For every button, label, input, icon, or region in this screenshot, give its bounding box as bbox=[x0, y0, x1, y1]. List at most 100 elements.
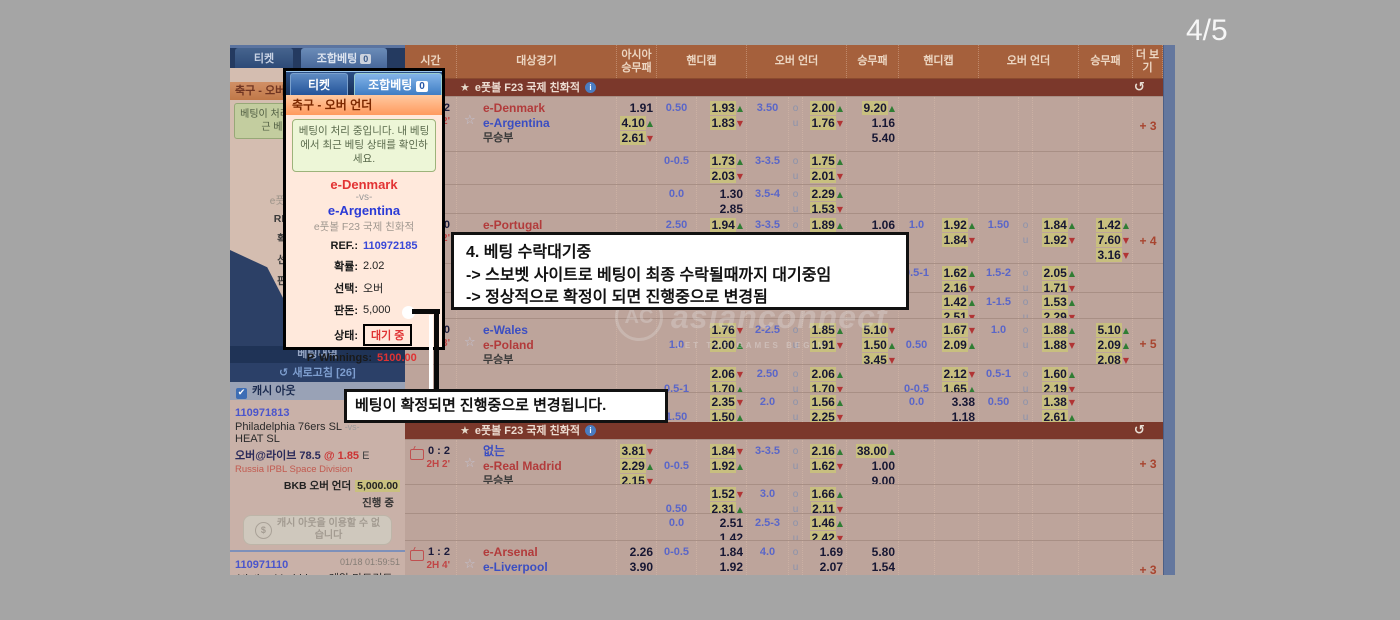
odds-cell[interactable]: 1.42▲ bbox=[1079, 218, 1132, 233]
odds-cell[interactable]: 3.45▼ bbox=[847, 353, 898, 364]
checkbox-checked-icon[interactable]: ✔ bbox=[236, 388, 247, 399]
bet-entry[interactable]: 01/18 01:59:51 110971110 Atletico Madrid… bbox=[235, 555, 400, 575]
odds-cell[interactable]: 1.84▼ bbox=[697, 444, 746, 459]
odds-cell[interactable]: 5.10▲ bbox=[1079, 323, 1132, 338]
odds-cell[interactable]: 3.38 bbox=[935, 395, 978, 410]
odds-cell[interactable]: 2.51 bbox=[697, 516, 746, 531]
league-refresh-icon[interactable]: ↻ bbox=[1134, 79, 1145, 96]
odds-cell[interactable]: 2.29▲ bbox=[803, 187, 846, 202]
odds-cell[interactable]: 3.16▼ bbox=[1079, 248, 1132, 263]
odds-cell[interactable]: 2.61▼ bbox=[617, 131, 656, 146]
odds-cell[interactable]: 1.46▲ bbox=[803, 516, 846, 531]
odds-cell[interactable]: 2.15▼ bbox=[617, 474, 656, 484]
more-bets-link[interactable]: + 3 bbox=[1133, 440, 1163, 484]
odds-cell[interactable]: 2.00▲ bbox=[697, 338, 746, 353]
favorite-star-icon[interactable]: ☆ bbox=[464, 557, 476, 572]
odds-cell[interactable]: 1.85▲ bbox=[803, 323, 846, 338]
odds-cell[interactable]: 2.16▲ bbox=[803, 444, 846, 459]
odds-cell[interactable]: 1.62▼ bbox=[803, 459, 846, 474]
odds-cell[interactable]: 1.92▲ bbox=[935, 218, 978, 233]
table-scrollbar[interactable] bbox=[1163, 45, 1175, 575]
tab-combo-bet[interactable]: 조합베팅0 bbox=[301, 48, 387, 68]
odds-cell[interactable]: 1.00 bbox=[847, 459, 898, 474]
league-star-icon[interactable]: ★ bbox=[460, 424, 470, 437]
odds-cell[interactable]: 1.75▲ bbox=[803, 154, 846, 169]
odds-cell[interactable]: 3.90 bbox=[617, 560, 656, 575]
odds-cell[interactable]: 1.53▼ bbox=[803, 202, 846, 213]
odds-cell[interactable]: 1.71▼ bbox=[1033, 281, 1078, 292]
odds-cell[interactable]: 2.16▼ bbox=[935, 281, 978, 292]
bet-entry[interactable]: 01/18 110971813 Philadelphia 76ers SL -v… bbox=[235, 403, 400, 545]
more-bets-link[interactable]: + 4 bbox=[1133, 214, 1163, 263]
odds-cell[interactable]: 1.52▼ bbox=[697, 487, 746, 502]
odds-cell[interactable]: 1.16 bbox=[847, 116, 898, 131]
cashout-disabled-button[interactable]: $캐시 아웃을 이용할 수 없습니다 bbox=[243, 515, 392, 545]
odds-cell[interactable]: 2.08▼ bbox=[1079, 353, 1132, 364]
odds-cell[interactable]: 3.81▼ bbox=[617, 444, 656, 459]
league-star-icon[interactable]: ★ bbox=[460, 81, 470, 94]
league-info-icon[interactable]: i bbox=[585, 425, 596, 436]
odds-cell[interactable]: 1.60▲ bbox=[1033, 367, 1078, 382]
odds-cell[interactable]: 2.00▲ bbox=[803, 101, 846, 116]
odds-cell[interactable]: 1.76▼ bbox=[697, 323, 746, 338]
odds-cell[interactable]: 5.80 bbox=[847, 545, 898, 560]
odds-cell[interactable]: 1.06 bbox=[847, 218, 898, 233]
odds-cell[interactable]: 1.84▼ bbox=[935, 233, 978, 248]
odds-cell[interactable]: 9.00 bbox=[847, 474, 898, 484]
odds-cell[interactable]: 1.93▲ bbox=[697, 101, 746, 116]
odds-cell[interactable]: 1.70▲ bbox=[697, 382, 746, 392]
odds-cell[interactable]: 1.67▼ bbox=[935, 323, 978, 338]
odds-cell[interactable]: 2.07 bbox=[803, 560, 846, 575]
odds-cell[interactable]: 2.31▲ bbox=[697, 502, 746, 513]
odds-cell[interactable]: 2.19▼ bbox=[1033, 382, 1078, 392]
odds-cell[interactable]: 1.56▲ bbox=[803, 395, 846, 410]
favorite-star-icon[interactable]: ☆ bbox=[464, 335, 476, 350]
tab-combo-bet[interactable]: 조합베팅0 bbox=[354, 73, 442, 95]
odds-cell[interactable]: 2.06▼ bbox=[697, 367, 746, 382]
odds-cell[interactable]: 1.76▼ bbox=[803, 116, 846, 131]
odds-cell[interactable]: 5.40 bbox=[847, 131, 898, 146]
odds-cell[interactable]: 1.70▼ bbox=[803, 382, 846, 392]
tab-ticket[interactable]: 티켓 bbox=[235, 48, 293, 68]
odds-cell[interactable]: 2.09▲ bbox=[1079, 338, 1132, 353]
odds-cell[interactable]: 2.25▼ bbox=[803, 410, 846, 422]
odds-cell[interactable]: 1.62▲ bbox=[935, 266, 978, 281]
odds-cell[interactable]: 2.42▼ bbox=[803, 531, 846, 540]
odds-cell[interactable]: 2.12▼ bbox=[935, 367, 978, 382]
odds-cell[interactable]: 2.35▼ bbox=[697, 395, 746, 410]
odds-cell[interactable]: 1.65▲ bbox=[935, 382, 978, 392]
more-bets-link[interactable]: + 3 bbox=[1133, 97, 1163, 151]
odds-cell[interactable]: 1.89▲ bbox=[803, 218, 846, 233]
odds-cell[interactable]: 1.91▼ bbox=[803, 338, 846, 353]
more-bets-link[interactable]: + 3 bbox=[1133, 541, 1163, 575]
odds-cell[interactable]: 1.91 bbox=[617, 101, 656, 116]
odds-cell[interactable]: 1.88▼ bbox=[1033, 338, 1078, 353]
odds-cell[interactable]: 2.51▼ bbox=[935, 310, 978, 318]
odds-cell[interactable]: 5.10▼ bbox=[847, 323, 898, 338]
odds-cell[interactable]: 1.94▲ bbox=[697, 218, 746, 233]
odds-cell[interactable]: 1.18 bbox=[935, 410, 978, 422]
odds-cell[interactable]: 1.84 bbox=[697, 545, 746, 560]
league-info-icon[interactable]: i bbox=[585, 82, 596, 93]
odds-cell[interactable]: 7.60▼ bbox=[1079, 233, 1132, 248]
tab-ticket[interactable]: 티켓 bbox=[290, 73, 348, 95]
odds-cell[interactable]: 1.92▼ bbox=[1033, 233, 1078, 248]
favorite-star-icon[interactable]: ☆ bbox=[464, 113, 476, 128]
odds-cell[interactable]: 2.85 bbox=[697, 202, 746, 213]
odds-cell[interactable]: 1.84▲ bbox=[1033, 218, 1078, 233]
odds-cell[interactable]: 2.05▲ bbox=[1033, 266, 1078, 281]
odds-cell[interactable]: 2.29▼ bbox=[1033, 310, 1078, 318]
odds-cell[interactable]: 1.38▼ bbox=[1033, 395, 1078, 410]
odds-cell[interactable]: 1.53▲ bbox=[1033, 295, 1078, 310]
odds-cell[interactable]: 1.54 bbox=[847, 560, 898, 575]
bet-id[interactable]: 110971110 bbox=[235, 559, 288, 571]
odds-cell[interactable]: 2.26 bbox=[617, 545, 656, 560]
odds-cell[interactable]: 1.92 bbox=[697, 560, 746, 575]
league-refresh-icon[interactable]: ↻ bbox=[1134, 422, 1145, 439]
odds-cell[interactable]: 2.29▲ bbox=[617, 459, 656, 474]
odds-cell[interactable]: 2.01▼ bbox=[803, 169, 846, 184]
odds-cell[interactable]: 1.50▲ bbox=[697, 410, 746, 422]
odds-cell[interactable]: 2.11▼ bbox=[803, 502, 846, 513]
odds-cell[interactable]: 1.50▲ bbox=[847, 338, 898, 353]
odds-cell[interactable]: 1.73▲ bbox=[697, 154, 746, 169]
